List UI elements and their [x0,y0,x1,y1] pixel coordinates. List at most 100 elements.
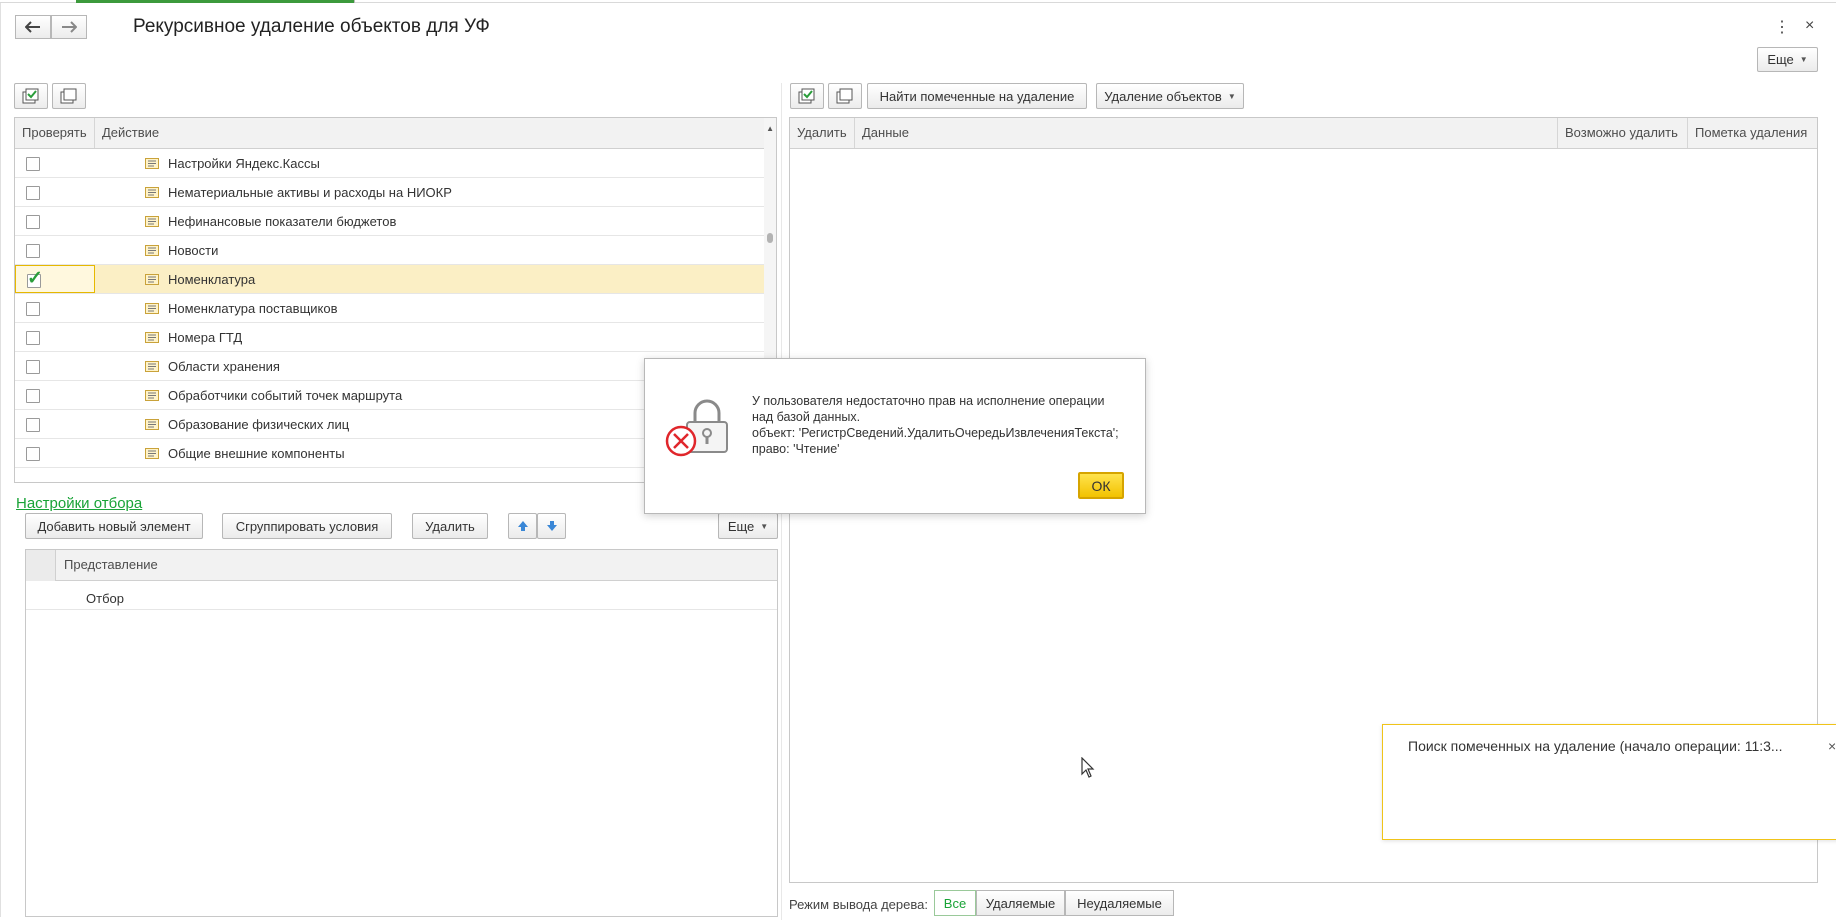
mode-all-button[interactable]: Все [934,890,976,916]
catalog-icon [145,332,159,343]
catalog-icon [145,448,159,459]
tree-row[interactable]: Настройки Яндекс.Кассы [15,149,764,178]
row-label: Настройки Яндекс.Кассы [168,156,320,171]
arrow-left-icon [25,21,40,33]
check-cell[interactable] [15,178,95,206]
filter-table: Представление Отбор [25,549,778,917]
arrow-up-icon [517,521,528,531]
mode-undeletable-button[interactable]: Неудаляемые [1065,890,1174,916]
catalog-icon [145,216,159,227]
find-marked-button[interactable]: Найти помеченные на удаление [867,83,1087,109]
uncheck-all-icon [60,88,77,104]
row-checkbox[interactable] [26,157,40,171]
row-checkbox[interactable] [26,331,40,345]
menu-icon[interactable]: ⋮ [1774,17,1790,37]
add-element-button[interactable]: Добавить новый элемент [25,513,203,539]
column-check[interactable]: Проверять [15,118,95,148]
back-button[interactable] [15,15,51,39]
tree-mode-label: Режим вывода дерева: [789,897,928,912]
check-all-icon [22,88,39,104]
column-delete[interactable]: Удалить [790,118,855,148]
row-label: Номенклатура поставщиков [168,301,338,316]
column-can-delete[interactable]: Возможно удалить [1558,118,1688,148]
row-checkbox[interactable] [26,360,40,374]
row-label: Номера ГТД [168,330,243,345]
dialog-line-3: объект: 'РегистрСведений.УдалитьОчередьИ… [752,426,1119,440]
check-all-icon [798,88,815,104]
mouse-pointer-icon [1081,757,1095,778]
scroll-up-icon[interactable]: ▲ [766,124,774,133]
ok-button[interactable]: ОК [1077,471,1125,500]
row-checkbox[interactable] [26,447,40,461]
search-notification: Поиск помеченных на удаление (начало опе… [1382,724,1836,840]
row-checkbox[interactable] [26,302,40,316]
close-icon[interactable]: × [1805,17,1814,35]
row-label: Области хранения [168,359,280,374]
form-window: Рекурсивное удаление объектов для УФ ⋮ ×… [0,3,1836,920]
row-checkbox[interactable] [26,418,40,432]
notification-close-icon[interactable]: × [1828,738,1836,754]
uncheck-all-button[interactable] [52,83,86,109]
dropdown-arrow-icon: ▼ [1799,55,1808,64]
filter-more-button[interactable]: Еще ▼ [718,513,778,539]
delete-objects-button[interactable]: Удаление объектов ▼ [1096,83,1244,109]
catalog-icon [145,419,159,430]
column-deletion-mark[interactable]: Пометка удаления [1688,118,1817,148]
filter-row[interactable]: Отбор [26,581,777,610]
tree-row[interactable]: Нематериальные активы и расходы на НИОКР [15,178,764,207]
row-checkbox[interactable] [26,215,40,229]
dropdown-arrow-icon: ▼ [1227,91,1236,101]
results-header: Удалить Данные Возможно удалить Пометка … [790,118,1817,149]
check-cell[interactable] [15,149,95,177]
delete-filter-button[interactable]: Удалить [412,513,488,539]
column-data[interactable]: Данные [855,118,1558,148]
check-cell[interactable] [15,439,95,467]
check-cell[interactable]: ✓ [15,265,95,293]
check-all-button[interactable] [14,83,48,109]
check-cell[interactable] [15,207,95,235]
catalog-icon [145,245,159,256]
page-title: Рекурсивное удаление объектов для УФ [133,16,490,37]
row-label: Номенклатура [168,272,256,287]
check-cell[interactable] [15,381,95,409]
catalog-icon [145,361,159,372]
forward-button[interactable] [51,15,87,39]
catalog-icon [145,274,159,285]
column-action[interactable]: Действие [95,118,764,148]
dialog-line-2: над базой данных. [752,410,861,424]
row-label: Новости [168,243,219,258]
row-checkbox[interactable] [26,244,40,258]
row-label: Обработчики событий точек маршрута [168,388,403,403]
tree-row[interactable]: ✓ Номенклатура [15,265,764,294]
filter-select-column [26,550,56,581]
tree-row[interactable]: Нефинансовые показатели бюджетов [15,207,764,236]
more-button-label: Еще [1767,52,1794,67]
notification-text[interactable]: Поиск помеченных на удаление (начало опе… [1408,738,1783,754]
tree-row[interactable]: Номера ГТД [15,323,764,352]
column-representation[interactable]: Представление [57,550,158,580]
row-checkbox[interactable] [26,186,40,200]
catalog-icon [145,303,159,314]
check-cell[interactable] [15,352,95,380]
catalog-icon [145,390,159,401]
move-up-button[interactable] [508,513,537,539]
check-cell[interactable] [15,323,95,351]
move-down-button[interactable] [537,513,566,539]
lock-error-icon [665,399,728,457]
right-uncheck-all-button[interactable] [828,83,862,109]
tree-row[interactable]: Новости [15,236,764,265]
row-checkbox[interactable] [26,389,40,403]
check-cell[interactable] [15,410,95,438]
more-button-top[interactable]: Еще ▼ [1757,47,1818,72]
check-cell[interactable] [15,236,95,264]
scroll-thumb[interactable] [767,233,773,243]
checkmark-icon: ✓ [27,268,43,289]
group-conditions-button[interactable]: Сгруппировать условия [222,513,392,539]
right-check-all-button[interactable] [790,83,824,109]
dropdown-arrow-icon: ▼ [760,521,769,531]
filter-settings-link[interactable]: Настройки отбора [16,495,142,512]
tree-row[interactable]: Номенклатура поставщиков [15,294,764,323]
dialog-message: У пользователя недостаточно прав на испо… [752,393,1132,457]
mode-deletable-button[interactable]: Удаляемые [976,890,1065,916]
check-cell[interactable] [15,294,95,322]
